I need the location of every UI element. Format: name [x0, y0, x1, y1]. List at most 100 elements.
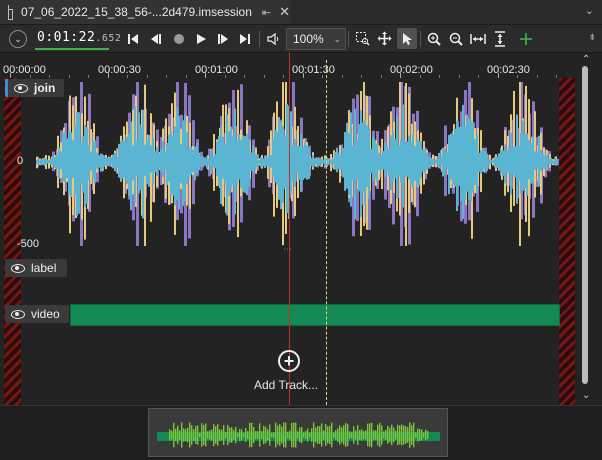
close-icon[interactable]: ✕	[279, 4, 290, 20]
waveform-sample	[476, 135, 478, 194]
overview-sample	[275, 422, 277, 448]
waveform-sample	[298, 145, 300, 180]
waveform-sample	[524, 135, 526, 189]
scroll-up-icon[interactable]: ⌃	[582, 54, 590, 65]
waveform-sample	[372, 137, 374, 182]
skip-to-start-icon[interactable]	[124, 25, 142, 52]
ruler-label: 00:02:30	[487, 64, 530, 76]
waveform-sample	[90, 151, 92, 171]
session-tab[interactable]: 07_06_2022_15_38_56-...2d479.imsession ⇤…	[0, 0, 290, 24]
add-track-label[interactable]: Add Track...	[254, 378, 318, 392]
overview-sample	[249, 422, 251, 448]
waveform-sample	[390, 135, 392, 190]
timecode-display[interactable]: 0:01:22.652	[37, 30, 121, 45]
scroll-down-icon[interactable]: ⌄	[582, 390, 590, 401]
overview-sample	[307, 428, 309, 442]
track-header-label[interactable]: label	[5, 259, 67, 277]
pointer-icon[interactable]	[397, 28, 417, 49]
waveform-sample	[188, 147, 190, 179]
waveform-sample	[68, 130, 70, 195]
waveform-sample	[276, 131, 278, 185]
overview-sample	[291, 422, 293, 448]
waveform-sample	[526, 133, 528, 196]
play-icon[interactable]	[192, 25, 210, 52]
waveform-sample	[556, 158, 558, 165]
waveform-sample	[48, 160, 50, 164]
overview-sample	[397, 424, 399, 446]
waveform-sample	[166, 142, 168, 186]
waveform-sample	[100, 153, 102, 171]
waveform-sample	[516, 114, 518, 204]
waveform-sample	[62, 133, 64, 182]
waveform-sample	[274, 130, 276, 183]
waveform-sample	[304, 142, 306, 178]
waveform-sample	[386, 145, 388, 173]
video-clip[interactable]	[70, 304, 560, 326]
skip-to-end-icon[interactable]	[236, 25, 254, 52]
waveform-sample	[484, 151, 486, 169]
overview-sample	[287, 431, 289, 439]
waveform-sample	[472, 122, 474, 193]
overview-sample	[207, 431, 209, 439]
overview-sample	[183, 428, 185, 442]
record-icon[interactable]	[170, 25, 188, 52]
overview-sample	[395, 430, 397, 440]
add-icon[interactable]	[516, 25, 536, 52]
waveform-sample	[454, 128, 456, 187]
move-icon[interactable]	[374, 25, 394, 52]
track-resize-handle[interactable]: ⋯	[283, 244, 292, 255]
waveform-sample	[164, 151, 166, 170]
waveform-sample	[442, 147, 444, 177]
timeline-overview[interactable]	[148, 408, 448, 457]
waveform-sample	[342, 148, 344, 178]
eye-icon[interactable]	[11, 309, 25, 319]
overview-sample	[277, 425, 279, 445]
overview-sample	[411, 425, 413, 445]
zoom-out-icon[interactable]	[446, 25, 466, 52]
overview-sample	[311, 428, 313, 442]
timecode-main: 0:01:22	[37, 30, 96, 45]
add-track-button[interactable]: +	[278, 350, 300, 372]
zoom-in-icon[interactable]	[424, 25, 444, 52]
track-header-video[interactable]: video	[5, 305, 69, 323]
options-menu-button[interactable]: ⌄	[9, 30, 27, 48]
fit-vertical-icon[interactable]	[490, 25, 510, 52]
overview-sample	[305, 430, 307, 440]
waveform-sample	[158, 153, 160, 169]
waveform-sample	[156, 147, 158, 176]
waveform-sample	[290, 111, 292, 195]
waveform-sample	[70, 132, 72, 198]
track-header-join[interactable]: join	[5, 79, 64, 97]
select-region-icon[interactable]	[352, 25, 372, 52]
waveform-sample	[92, 141, 94, 179]
waveform-sample	[352, 146, 354, 181]
fit-horizontal-icon[interactable]	[468, 25, 488, 52]
scrollbar-thumb[interactable]	[582, 66, 588, 384]
overview-sample	[405, 426, 407, 444]
waveform-sample	[340, 155, 342, 170]
step-forward-icon[interactable]	[214, 25, 232, 52]
volume-icon[interactable]	[264, 25, 282, 52]
waveform-sample	[184, 114, 186, 202]
eye-icon[interactable]	[14, 83, 28, 93]
waveform-sample	[316, 158, 318, 165]
toolbar-overflow-icon[interactable]: ⇟	[588, 32, 596, 43]
waveform-sample	[260, 156, 262, 168]
pin-icon[interactable]: ⇤	[262, 6, 271, 19]
waveform-sample	[246, 133, 248, 196]
waveform-sample	[396, 115, 398, 199]
waveform-sample	[366, 125, 368, 188]
waveform-sample	[64, 131, 66, 182]
waveform-sample	[266, 157, 268, 166]
zoom-select[interactable]: 100% ⌄	[286, 28, 346, 50]
waveform-join[interactable]	[22, 78, 560, 248]
eye-icon[interactable]	[11, 263, 25, 273]
waveform-sample	[330, 159, 332, 165]
waveform-sample	[218, 136, 220, 186]
waveform-sample	[488, 159, 490, 165]
waveform-sample	[490, 160, 492, 164]
step-back-icon[interactable]	[147, 25, 165, 52]
waveform-sample	[420, 140, 422, 179]
tab-list-chevron-icon[interactable]: ⌄	[585, 4, 594, 17]
overview-sample	[171, 430, 173, 440]
